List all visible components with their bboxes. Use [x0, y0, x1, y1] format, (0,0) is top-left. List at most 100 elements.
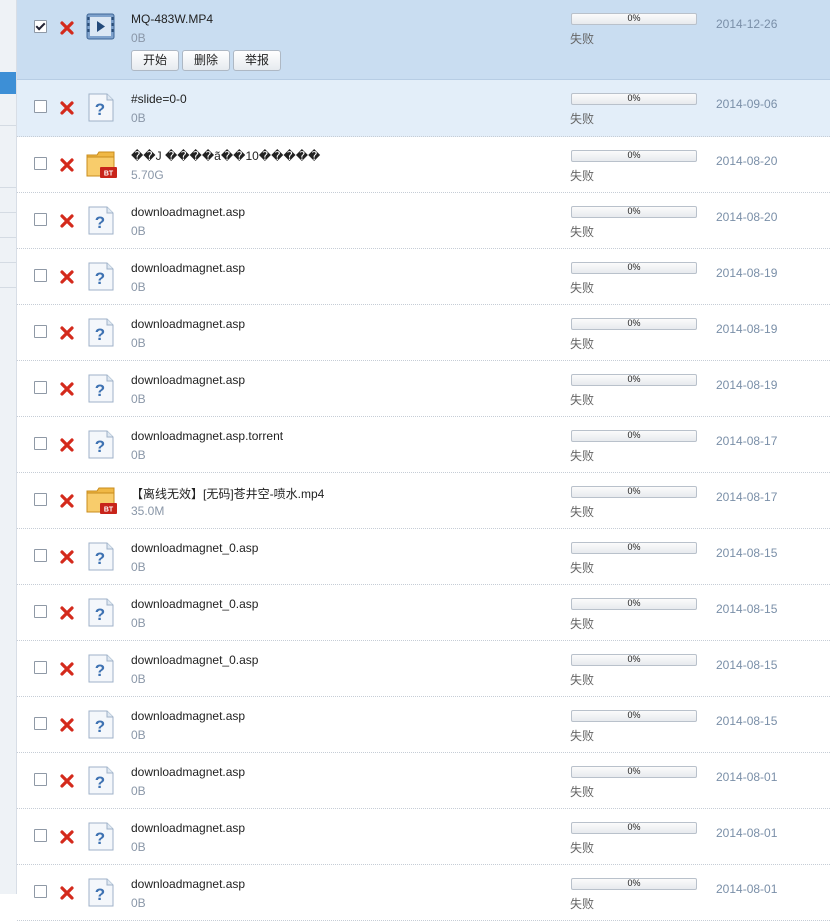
task-date: 2014-08-17	[716, 434, 778, 448]
row-checkbox[interactable]	[34, 661, 47, 674]
task-row[interactable]: ? #slide=0-0 0B 0% 失败 2014-09-06	[17, 80, 830, 137]
row-checkbox[interactable]	[34, 325, 47, 338]
task-status: 失败	[570, 897, 595, 911]
progress-text: 0%	[627, 262, 641, 272]
delete-icon[interactable]	[59, 100, 75, 116]
unknown-file-icon: ?	[86, 597, 116, 627]
sidebar-divider	[0, 212, 16, 213]
delete-icon[interactable]	[59, 885, 75, 901]
row-checkbox[interactable]	[34, 493, 47, 506]
row-checkbox[interactable]	[34, 773, 47, 786]
progress-text: 0%	[627, 150, 641, 160]
svg-text:?: ?	[95, 381, 105, 400]
task-status: 失败	[570, 673, 595, 687]
row-checkbox[interactable]	[34, 437, 47, 450]
task-row[interactable]: ? downloadmagnet.asp 0B 0% 失败 2014-08-01	[17, 809, 830, 865]
row-checkbox[interactable]	[34, 549, 47, 562]
row-checkbox[interactable]	[34, 717, 47, 730]
row-checkbox[interactable]	[34, 829, 47, 842]
file-name[interactable]: downloadmagnet.asp	[131, 373, 551, 387]
file-name[interactable]: downloadmagnet.asp	[131, 205, 551, 219]
file-size: 0B	[131, 728, 146, 742]
delete-icon[interactable]	[59, 381, 75, 397]
delete-icon[interactable]	[59, 269, 75, 285]
delete-icon[interactable]	[59, 493, 75, 509]
progress-bar: 0%	[571, 206, 697, 218]
file-size: 0B	[131, 280, 146, 294]
task-date: 2014-08-01	[716, 826, 778, 840]
row-checkbox[interactable]	[34, 157, 47, 170]
task-row[interactable]: BT 【离线无效】[无码]苍井空-喷水.mp4 35.0M 0% 失败 2014…	[17, 473, 830, 529]
file-size: 0B	[131, 840, 146, 854]
file-name[interactable]: 【离线无效】[无码]苍井空-喷水.mp4	[131, 485, 551, 502]
row-checkbox[interactable]	[34, 213, 47, 226]
task-row[interactable]: ? downloadmagnet.asp 0B 0% 失败 2014-08-19	[17, 249, 830, 305]
task-status: 失败	[570, 112, 595, 126]
file-size: 35.0M	[131, 504, 165, 518]
file-name[interactable]: downloadmagnet.asp	[131, 709, 551, 723]
file-name[interactable]: downloadmagnet.asp	[131, 877, 551, 891]
task-row[interactable]: ? downloadmagnet_0.asp 0B 0% 失败 2014-08-…	[17, 529, 830, 585]
task-status: 失败	[570, 32, 595, 46]
file-size: 0B	[131, 111, 146, 125]
row-checkbox[interactable]	[34, 605, 47, 618]
row-checkbox[interactable]	[34, 100, 47, 113]
delete-icon[interactable]	[59, 773, 75, 789]
delete-icon[interactable]	[59, 661, 75, 677]
task-row[interactable]: ? downloadmagnet.asp 0B 0% 失败 2014-08-15	[17, 697, 830, 753]
task-row[interactable]: ? downloadmagnet_0.asp 0B 0% 失败 2014-08-…	[17, 641, 830, 697]
task-row[interactable]: BT ��J ����ã��10����� 5.70G 0% 失败 2014-0…	[17, 137, 830, 193]
task-date: 2014-08-15	[716, 546, 778, 560]
row-checkbox[interactable]	[34, 269, 47, 282]
delete-icon[interactable]	[59, 829, 75, 845]
row-checkbox[interactable]	[34, 885, 47, 898]
task-row[interactable]: ? downloadmagnet.asp.torrent 0B 0% 失败 20…	[17, 417, 830, 473]
delete-icon[interactable]	[59, 213, 75, 229]
file-name[interactable]: MQ-483W.MP4	[131, 12, 551, 26]
download-task-list: MQ-483W.MP4 0B 0% 失败 2014-12-26 开始 删除 举报 ?…	[17, 0, 830, 921]
file-name[interactable]: ��J ����ã��10�����	[131, 149, 551, 163]
file-name[interactable]: downloadmagnet.asp	[131, 317, 551, 331]
task-row[interactable]: ? downloadmagnet.asp 0B 0% 失败 2014-08-19	[17, 305, 830, 361]
start-button[interactable]: 开始	[131, 50, 180, 71]
task-row[interactable]: ? downloadmagnet.asp 0B 0% 失败 2014-08-20	[17, 193, 830, 249]
task-status: 失败	[570, 169, 595, 183]
progress-text: 0%	[627, 13, 641, 23]
delete-icon[interactable]	[59, 549, 75, 565]
file-name[interactable]: downloadmagnet_0.asp	[131, 653, 551, 667]
progress-bar: 0%	[571, 262, 697, 274]
delete-icon[interactable]	[59, 437, 75, 453]
unknown-file-icon: ?	[86, 541, 116, 571]
delete-icon[interactable]	[59, 605, 75, 621]
svg-text:?: ?	[95, 885, 105, 904]
svg-text:BT: BT	[104, 171, 114, 178]
unknown-file-icon: ?	[86, 429, 116, 459]
svg-text:?: ?	[95, 549, 105, 568]
file-size: 0B	[131, 31, 146, 45]
delete-button[interactable]: 删除	[182, 50, 231, 71]
task-row[interactable]: MQ-483W.MP4 0B 0% 失败 2014-12-26 开始 删除 举报	[17, 0, 830, 80]
progress-text: 0%	[627, 93, 641, 103]
file-name[interactable]: downloadmagnet.asp	[131, 821, 551, 835]
row-checkbox[interactable]	[34, 20, 47, 33]
progress-text: 0%	[627, 710, 641, 720]
file-name[interactable]: downloadmagnet.asp	[131, 261, 551, 275]
file-name[interactable]: downloadmagnet.asp	[131, 765, 551, 779]
task-status: 失败	[570, 505, 595, 519]
delete-icon[interactable]	[59, 717, 75, 733]
report-button[interactable]: 举报	[233, 50, 282, 71]
task-row[interactable]: ? downloadmagnet.asp 0B 0% 失败 2014-08-01	[17, 753, 830, 809]
file-name[interactable]: downloadmagnet_0.asp	[131, 597, 551, 611]
file-name[interactable]: #slide=0-0	[131, 92, 551, 106]
row-checkbox[interactable]	[34, 381, 47, 394]
file-name[interactable]: downloadmagnet_0.asp	[131, 541, 551, 555]
task-row[interactable]: ? downloadmagnet.asp 0B 0% 失败 2014-08-01	[17, 865, 830, 921]
task-row[interactable]: ? downloadmagnet_0.asp 0B 0% 失败 2014-08-…	[17, 585, 830, 641]
unknown-file-icon: ?	[86, 373, 116, 403]
delete-icon[interactable]	[59, 325, 75, 341]
file-name[interactable]: downloadmagnet.asp.torrent	[131, 429, 551, 443]
sidebar-active-indicator[interactable]	[0, 72, 16, 94]
delete-icon[interactable]	[59, 157, 75, 173]
delete-icon[interactable]	[59, 20, 75, 36]
task-row[interactable]: ? downloadmagnet.asp 0B 0% 失败 2014-08-19	[17, 361, 830, 417]
